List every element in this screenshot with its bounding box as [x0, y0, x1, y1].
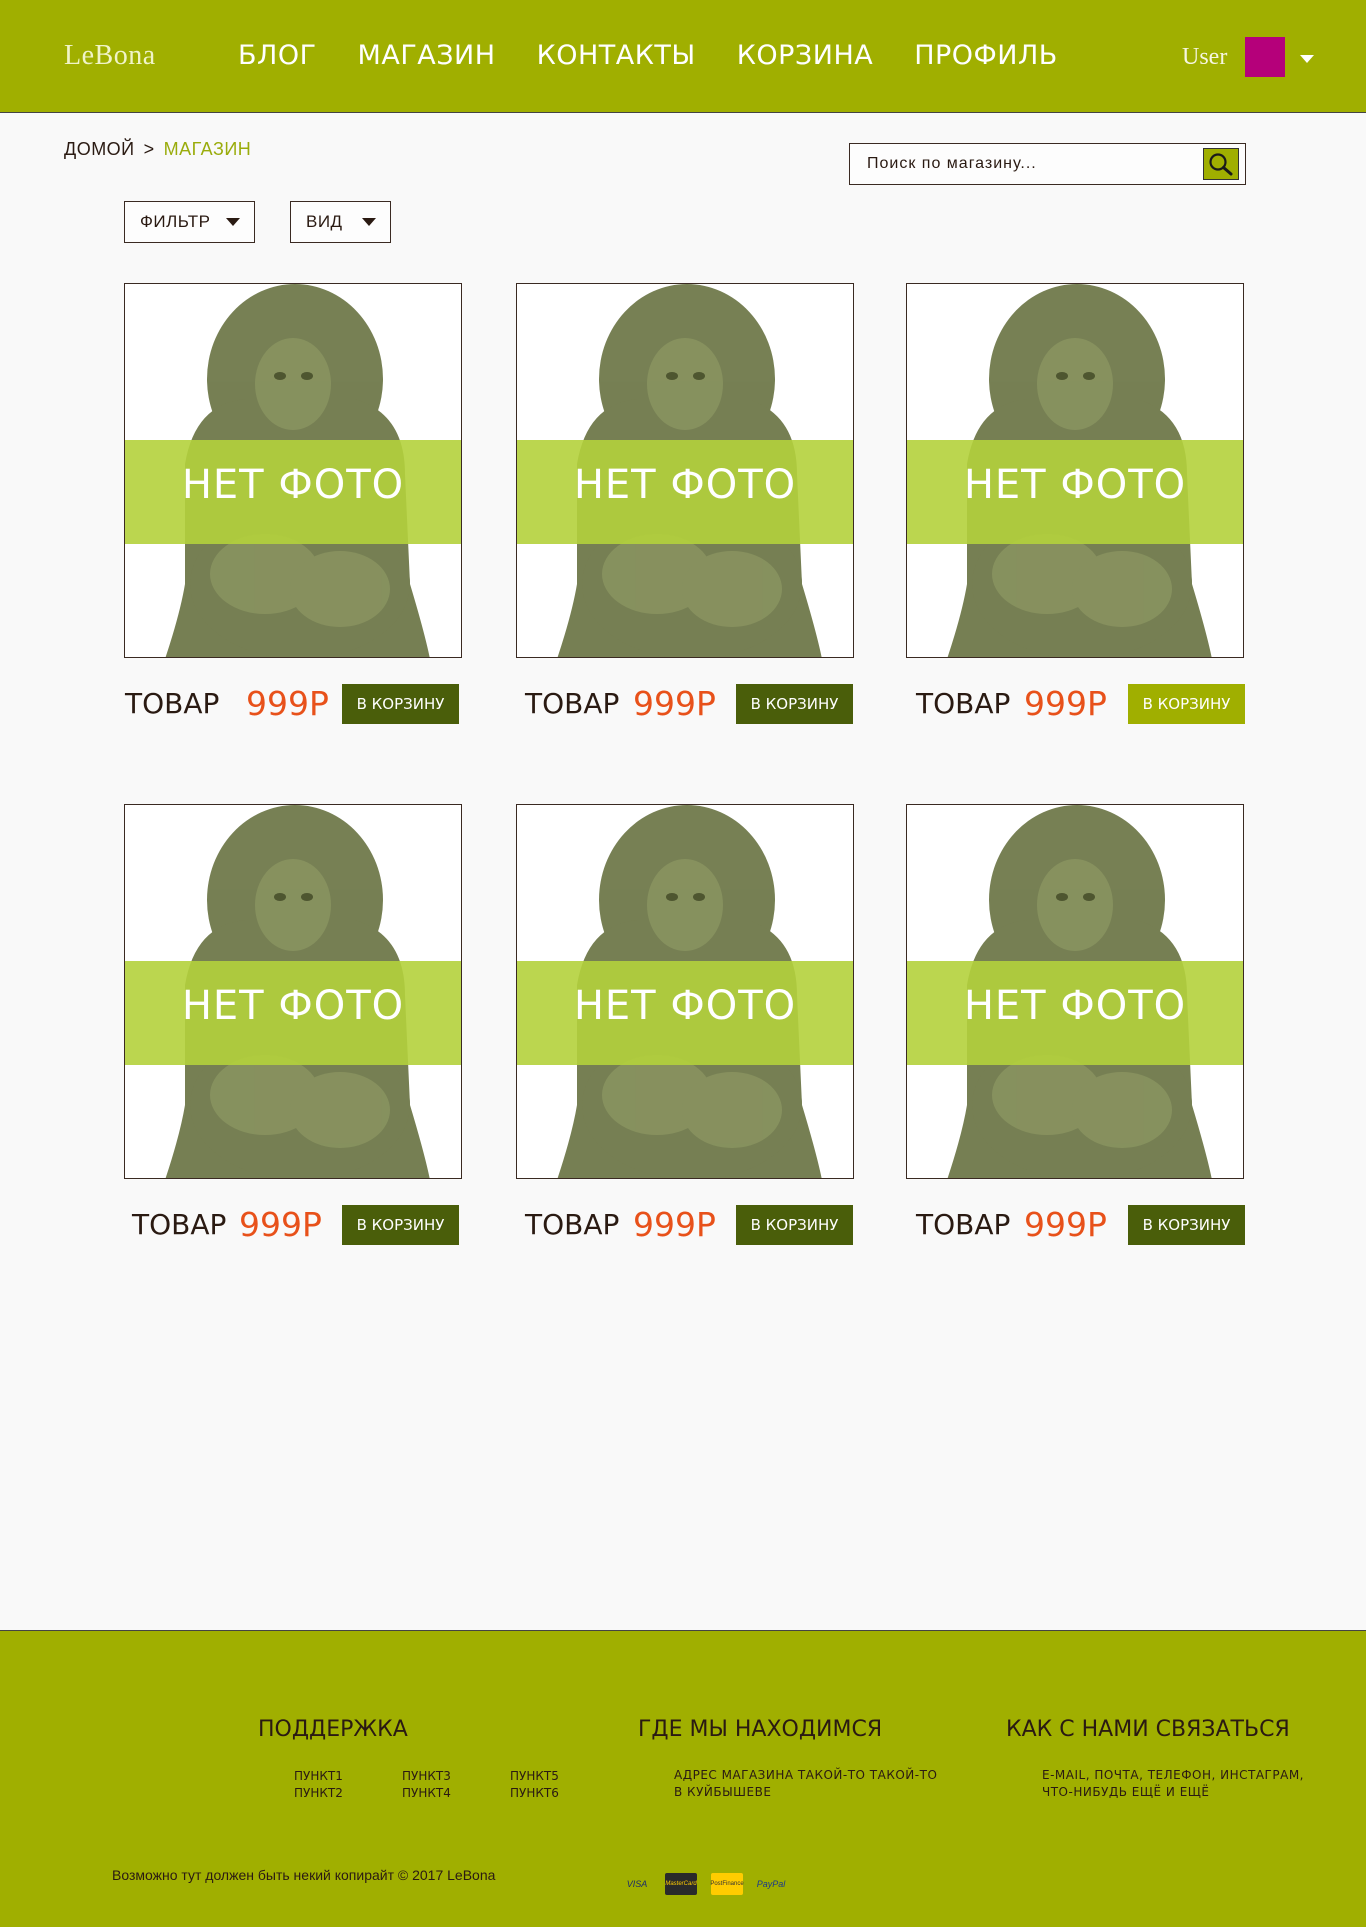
breadcrumb: ДОМОЙ > МАГАЗИН	[64, 139, 251, 160]
site-footer: ПОДДЕРЖКА ПУНКТ1 ПУНКТ2 ПУНКТ3 ПУНКТ4 ПУ…	[0, 1630, 1366, 1927]
footer-link[interactable]: ПУНКТ5	[510, 1769, 559, 1783]
footer-contact-line1: E-MAIL, ПОЧТА, ТЕЛЕФОН, ИНСТАГРАМ,	[1042, 1768, 1304, 1782]
view-label: ВИД	[306, 212, 343, 231]
product-price: 999Р	[246, 684, 329, 723]
chevron-down-icon	[226, 218, 240, 226]
no-photo-label: НЕТ ФОТО	[181, 462, 405, 508]
footer-contact-heading: КАК С НАМИ СВЯЗАТЬСЯ	[1006, 1717, 1290, 1742]
nav-cart[interactable]: КОРЗИНА	[737, 40, 873, 71]
product-image[interactable]: НЕТ ФОТО	[906, 804, 1244, 1179]
paypal-icon: PayPal	[756, 1879, 786, 1889]
no-photo-label: НЕТ ФОТО	[573, 462, 797, 508]
footer-link[interactable]: ПУНКТ1	[294, 1769, 343, 1783]
nav-shop[interactable]: МАГАЗИН	[358, 40, 496, 71]
filter-dropdown[interactable]: ФИЛЬТР	[124, 201, 255, 243]
avatar[interactable]	[1245, 37, 1285, 77]
view-dropdown[interactable]: ВИД	[290, 201, 391, 243]
product-name[interactable]: ТОВАР	[132, 1208, 226, 1241]
product-price: 999Р	[239, 1205, 322, 1244]
product-price: 999Р	[633, 684, 716, 723]
product-name[interactable]: ТОВАР	[525, 687, 619, 720]
product-image[interactable]: НЕТ ФОТО	[516, 804, 854, 1179]
product-price: 999Р	[633, 1205, 716, 1244]
search-input[interactable]	[851, 145, 1191, 183]
site-header: LeBona БЛОГ МАГАЗИН КОНТАКТЫ КОРЗИНА ПРО…	[0, 0, 1366, 113]
product-image[interactable]: НЕТ ФОТО	[124, 283, 462, 658]
nav-profile[interactable]: ПРОФИЛЬ	[914, 40, 1058, 71]
postfinance-icon: PostFinance	[710, 1873, 744, 1895]
nav-blog[interactable]: БЛОГ	[238, 40, 317, 71]
no-photo-label: НЕТ ФОТО	[573, 983, 797, 1029]
product-image[interactable]: НЕТ ФОТО	[906, 283, 1244, 658]
chevron-down-icon	[362, 218, 376, 226]
copyright: Возможно тут должен быть некий копирайт …	[112, 1867, 496, 1883]
product-price: 999Р	[1024, 1205, 1107, 1244]
user-name[interactable]: User	[1182, 44, 1227, 71]
product-name[interactable]: ТОВАР	[125, 687, 219, 720]
add-to-cart-button[interactable]: В КОРЗИНУ	[736, 1205, 853, 1245]
add-to-cart-button[interactable]: В КОРЗИНУ	[1128, 1205, 1245, 1245]
footer-contact-line2: ЧТО-НИБУДЬ ЕЩЁ И ЕЩЁ	[1042, 1785, 1210, 1799]
footer-location-heading: ГДЕ МЫ НАХОДИМСЯ	[638, 1717, 883, 1742]
footer-location-line2: В КУЙБЫШЕВЕ	[674, 1785, 772, 1799]
no-photo-label: НЕТ ФОТО	[963, 983, 1187, 1029]
breadcrumb-home[interactable]: ДОМОЙ	[64, 139, 135, 160]
add-to-cart-button[interactable]: В КОРЗИНУ	[342, 684, 459, 724]
chevron-down-icon[interactable]	[1300, 55, 1314, 63]
product-name[interactable]: ТОВАР	[525, 1208, 619, 1241]
add-to-cart-button[interactable]: В КОРЗИНУ	[736, 684, 853, 724]
product-name[interactable]: ТОВАР	[916, 687, 1010, 720]
filter-label: ФИЛЬТР	[140, 212, 211, 231]
main-nav: БЛОГ МАГАЗИН КОНТАКТЫ КОРЗИНА ПРОФИЛЬ	[238, 40, 1099, 71]
visa-icon: VISA	[626, 1879, 648, 1889]
search-icon	[1209, 153, 1233, 176]
footer-support-heading: ПОДДЕРЖКА	[258, 1717, 408, 1742]
search-button[interactable]	[1203, 148, 1239, 180]
product-price: 999Р	[1024, 684, 1107, 723]
nav-contacts[interactable]: КОНТАКТЫ	[537, 40, 696, 71]
product-image[interactable]: НЕТ ФОТО	[124, 804, 462, 1179]
product-name[interactable]: ТОВАР	[916, 1208, 1010, 1241]
breadcrumb-separator: >	[143, 139, 155, 159]
product-image[interactable]: НЕТ ФОТО	[516, 283, 854, 658]
add-to-cart-button[interactable]: В КОРЗИНУ	[342, 1205, 459, 1245]
footer-link[interactable]: ПУНКТ6	[510, 1786, 559, 1800]
breadcrumb-current: МАГАЗИН	[163, 139, 252, 159]
footer-location-line1: АДРЕС МАГАЗИНА ТАКОЙ-ТО ТАКОЙ-ТО	[674, 1768, 938, 1782]
site-logo[interactable]: LeBona	[64, 40, 156, 72]
no-photo-label: НЕТ ФОТО	[963, 462, 1187, 508]
add-to-cart-button[interactable]: В КОРЗИНУ	[1128, 684, 1245, 724]
mastercard-icon: MasterCard	[665, 1873, 697, 1895]
search-box	[849, 143, 1246, 185]
footer-link[interactable]: ПУНКТ3	[402, 1769, 451, 1783]
footer-link[interactable]: ПУНКТ4	[402, 1786, 451, 1800]
footer-link[interactable]: ПУНКТ2	[294, 1786, 343, 1800]
no-photo-label: НЕТ ФОТО	[181, 983, 405, 1029]
